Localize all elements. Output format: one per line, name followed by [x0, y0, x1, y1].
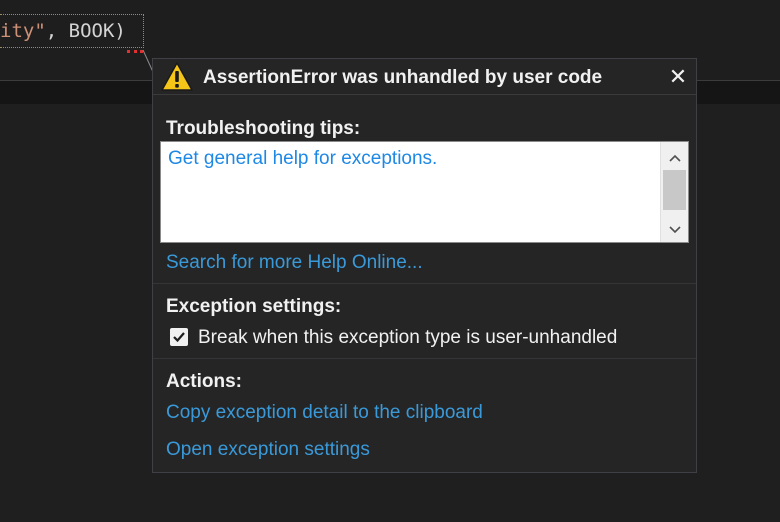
warning-icon [161, 62, 193, 91]
tips-list[interactable]: Get general help for exceptions. [160, 141, 689, 243]
close-icon[interactable]: ✕ [664, 63, 692, 91]
search-help-online-link[interactable]: Search for more Help Online... [166, 252, 423, 274]
popup-header: AssertionError was unhandled by user cod… [153, 59, 696, 95]
chevron-up-icon[interactable] [661, 146, 688, 168]
scrollbar-thumb[interactable] [663, 170, 686, 210]
exception-popup: AssertionError was unhandled by user cod… [152, 58, 697, 473]
break-on-exception-label[interactable]: Break when this exception type is user-u… [198, 327, 617, 349]
actions-heading: Actions: [166, 371, 242, 392]
copy-exception-detail-link[interactable]: Copy exception detail to the clipboard [166, 402, 483, 424]
popup-title: AssertionError was unhandled by user cod… [203, 67, 603, 88]
popup-leader-line [142, 49, 154, 73]
checkmark-icon [173, 332, 185, 343]
tips-scrollbar[interactable] [660, 142, 688, 242]
exception-settings-heading: Exception settings: [166, 296, 342, 317]
break-on-exception-checkbox[interactable] [170, 328, 188, 346]
divider [153, 283, 696, 284]
troubleshooting-heading: Troubleshooting tips: [166, 118, 361, 139]
chevron-down-icon[interactable] [661, 218, 688, 240]
open-exception-settings-link[interactable]: Open exception settings [166, 439, 370, 461]
divider [153, 358, 696, 359]
general-help-link[interactable]: Get general help for exceptions. [168, 148, 437, 170]
